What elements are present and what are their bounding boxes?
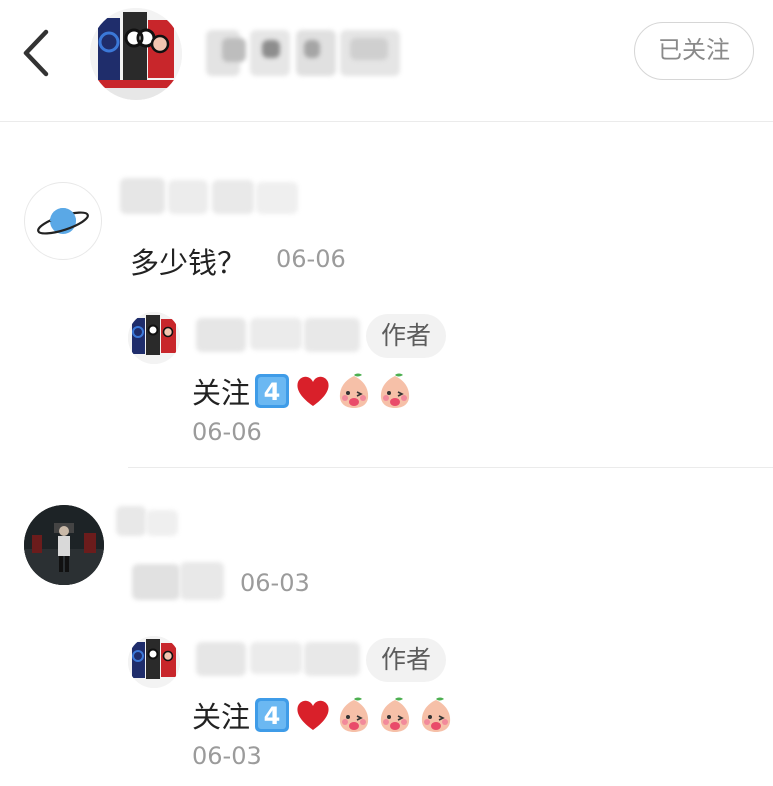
peach-baby-emoji [339,373,369,408]
red-heart-emoji [297,700,329,730]
comment-text: 多少钱？ [130,246,247,280]
peach-baby-emoji [421,697,451,732]
keycap-4-emoji: 4 [255,374,290,408]
comment-date: 06-06 [276,245,346,273]
reply-content: 关注 4 [192,370,414,412]
author-tag: 作者 [366,638,446,682]
author-avatar-small[interactable] [128,636,180,688]
author-avatar[interactable] [90,8,182,100]
red-heart-emoji [297,376,329,406]
reply-text: 关注 [192,376,251,410]
reply-text: 关注 [192,700,251,734]
commenter-avatar[interactable] [24,182,102,260]
svg-text:4: 4 [264,378,281,406]
reply-content: 关注 4 [192,694,455,736]
author-avatar-small[interactable] [128,312,180,364]
peach-baby-emoji [339,697,369,732]
keycap-4-emoji: 4 [255,698,290,732]
peach-baby-emoji [380,697,410,732]
svg-text:4: 4 [264,702,281,730]
commenter-avatar[interactable] [24,505,104,585]
top-bar: 已关注 [0,0,773,122]
reply-date: 06-03 [192,742,262,770]
following-button[interactable]: 已关注 [634,22,754,80]
author-tag: 作者 [366,314,446,358]
divider [128,467,773,468]
reply-date: 06-06 [192,418,262,446]
peach-baby-emoji [380,373,410,408]
comment-date: 06-03 [240,569,310,597]
planet-icon [37,208,89,235]
back-icon[interactable] [16,26,60,80]
